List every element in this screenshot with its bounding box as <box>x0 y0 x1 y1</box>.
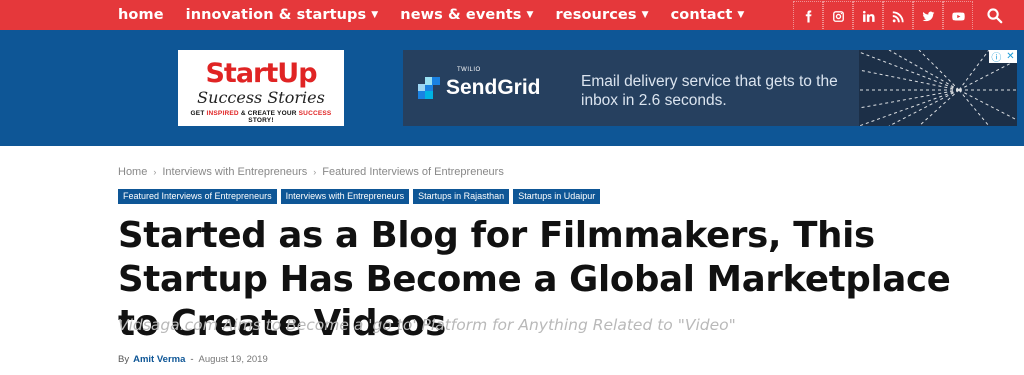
breadcrumb-separator: › <box>153 167 157 177</box>
slogan-part: INSPIRED <box>206 110 239 117</box>
top-navigation-bar: home innovation & startups ▼ news & event… <box>0 0 1024 31</box>
tag-featured-interviews[interactable]: Featured Interviews of Entrepreneurs <box>118 189 277 204</box>
slogan-part: SUCCESS <box>298 110 332 117</box>
article-subtitle: Vidsaga.com Aims to Become a 'go to' Pla… <box>118 316 736 334</box>
logo-word-up: Up <box>277 58 317 89</box>
youtube-icon[interactable] <box>943 1 973 31</box>
breadcrumb-interviews[interactable]: Interviews with Entrepreneurs <box>162 166 307 178</box>
search-button[interactable] <box>982 4 1006 26</box>
ad-brand: SendGrid <box>446 76 541 99</box>
social-links <box>793 1 973 31</box>
breadcrumb: Home › Interviews with Entrepreneurs › F… <box>118 166 504 178</box>
nav-item-innovation-startups[interactable]: innovation & startups ▼ <box>186 7 379 23</box>
by-label: By <box>118 354 130 365</box>
twitter-icon[interactable] <box>913 1 943 31</box>
nav-item-resources[interactable]: resources ▼ <box>556 7 649 23</box>
ad-copy: Email delivery service that gets to the … <box>581 73 838 109</box>
linkedin-icon[interactable] <box>853 1 883 31</box>
nav-label: home <box>118 7 164 23</box>
breadcrumb-featured-interviews[interactable]: Featured Interviews of Entrepreneurs <box>322 166 504 178</box>
chevron-down-icon: ▼ <box>526 10 534 20</box>
ad-choices[interactable]: ⓘ ✕ <box>989 50 1017 64</box>
nav-item-news-events[interactable]: news & events ▼ <box>400 7 533 23</box>
search-icon <box>986 7 1002 23</box>
tag-interviews[interactable]: Interviews with Entrepreneurs <box>280 189 410 204</box>
rss-icon[interactable] <box>883 1 913 31</box>
publish-date: August 19, 2019 <box>198 354 268 365</box>
chevron-down-icon: ▼ <box>371 10 379 20</box>
article-byline: By Amit Verma - August 19, 2019 <box>118 354 268 365</box>
info-icon: ⓘ <box>991 53 1002 64</box>
nav-label: resources <box>555 7 637 23</box>
nav-label: news & events <box>400 7 522 23</box>
tag-startups-rajasthan[interactable]: Startups in Rajasthan <box>413 189 510 204</box>
slogan-part: STORY! <box>248 117 274 124</box>
close-icon[interactable]: ✕ <box>1006 51 1014 62</box>
nav-item-home[interactable]: home <box>118 7 164 23</box>
main-menu: home innovation & startups ▼ news & event… <box>118 0 766 30</box>
slogan-part: & CREATE YOUR <box>238 110 299 117</box>
chevron-down-icon: ▼ <box>737 10 745 20</box>
sendgrid-logo: TWILIO SendGrid <box>418 67 541 100</box>
nav-label: innovation & startups <box>185 7 367 23</box>
site-logo[interactable]: StartUp Success Stories GET INSPIRED & C… <box>178 50 344 126</box>
tag-startups-udaipur[interactable]: Startups in Udaipur <box>513 189 601 204</box>
byline-dash: - <box>190 354 194 365</box>
advertisement-banner[interactable]: TWILIO SendGrid Email delivery service t… <box>403 50 1017 126</box>
logo-word-start: Start <box>205 58 278 89</box>
logo-slogan: GET INSPIRED & CREATE YOUR SUCCESS STORY… <box>178 110 344 124</box>
ad-brand-small: TWILIO <box>457 67 481 73</box>
logo-wordmark: StartUp <box>178 59 344 89</box>
author-link[interactable]: Amit Verma <box>133 354 185 365</box>
slogan-part: GET <box>190 110 207 117</box>
chevron-down-icon: ▼ <box>641 10 649 20</box>
logo-tagline: Success Stories <box>197 88 325 107</box>
breadcrumb-home[interactable]: Home <box>118 166 147 178</box>
category-tags: Featured Interviews of Entrepreneurs Int… <box>118 189 604 204</box>
nav-label: contact <box>670 7 733 23</box>
breadcrumb-separator: › <box>313 167 317 177</box>
instagram-icon[interactable] <box>823 1 853 31</box>
nav-item-contact[interactable]: contact ▼ <box>671 7 745 23</box>
sendgrid-mark-icon <box>418 77 440 99</box>
facebook-icon[interactable] <box>793 1 823 31</box>
